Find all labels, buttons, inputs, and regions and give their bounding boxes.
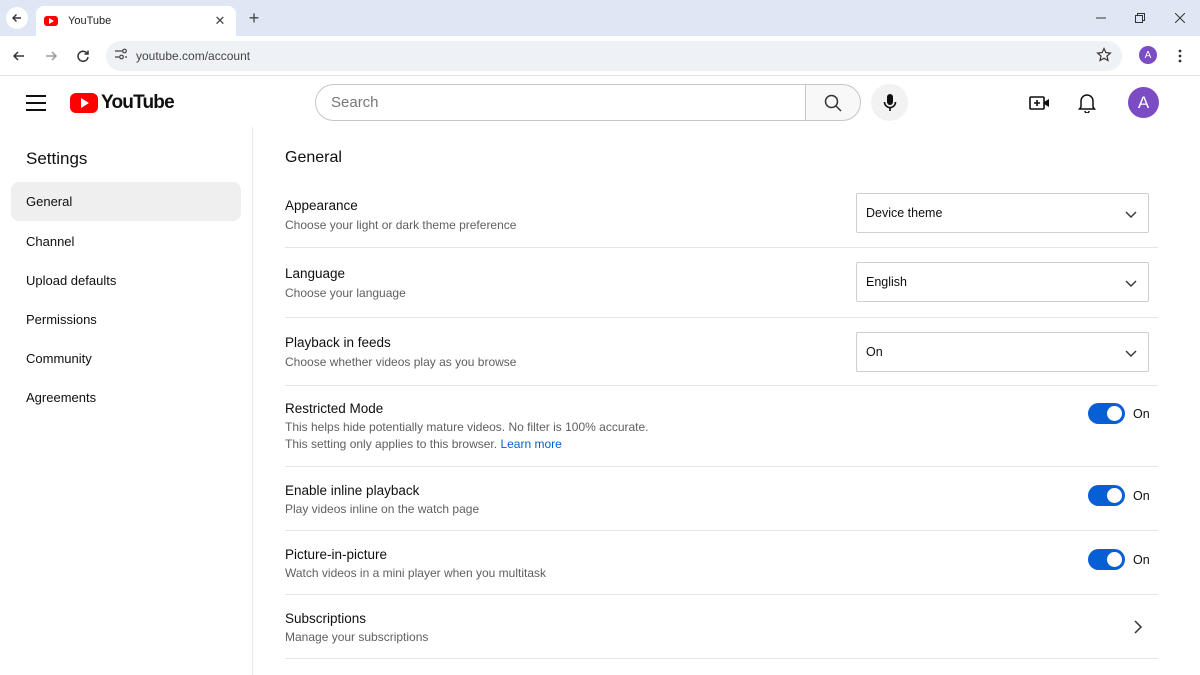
video-camera-plus-icon <box>1029 96 1049 110</box>
create-video-button[interactable] <box>1027 90 1053 116</box>
sidebar-item-general[interactable]: General <box>11 182 241 221</box>
back-icon[interactable] <box>7 44 31 68</box>
sidebar-item-community[interactable]: Community <box>11 339 241 378</box>
page-title: General <box>285 149 342 166</box>
inline-playback-toggle-group: On <box>1088 485 1150 506</box>
sidebar-item-upload-defaults[interactable]: Upload defaults <box>11 261 241 300</box>
setting-description: Choose whether videos play as you browse <box>285 355 517 369</box>
setting-label: Enable inline playback <box>285 483 420 498</box>
chevron-right-icon[interactable] <box>1132 619 1144 635</box>
sidebar-item-channel[interactable]: Channel <box>11 222 241 261</box>
sidebar-title: Settings <box>26 149 88 168</box>
voice-search-button[interactable] <box>871 84 908 121</box>
picture-in-picture-toggle[interactable] <box>1088 549 1125 570</box>
setting-description: Watch videos in a mini player when you m… <box>285 566 546 580</box>
browser-menu-icon[interactable] <box>1172 47 1188 65</box>
setting-row-restricted-mode: Restricted Mode This helps hide potentia… <box>285 386 1158 467</box>
youtube-favicon-icon <box>44 16 58 26</box>
bookmark-star-icon[interactable] <box>1096 47 1112 68</box>
settings-sidebar: Settings General Channel Upload defaults… <box>0 127 253 675</box>
playback-in-feeds-dropdown[interactable]: On <box>856 332 1149 372</box>
setting-label: Language <box>285 266 346 281</box>
search-field[interactable] <box>315 84 806 121</box>
setting-description-secondary: This setting only applies to this browse… <box>285 437 562 451</box>
toggle-state-label: On <box>1133 488 1150 503</box>
address-bar[interactable]: youtube.com/account <box>106 41 1122 71</box>
appearance-dropdown[interactable]: Device theme <box>856 193 1149 233</box>
chevron-down-icon <box>1125 350 1137 357</box>
youtube-play-icon <box>70 93 98 113</box>
setting-row-playback-in-feeds: Playback in feeds Choose whether videos … <box>285 318 1158 386</box>
setting-row-language: Language Choose your language English <box>285 248 1158 318</box>
restricted-mode-toggle[interactable] <box>1088 403 1125 424</box>
menu-icon[interactable] <box>24 91 48 115</box>
search-button[interactable] <box>805 84 861 121</box>
setting-description: This helps hide potentially mature video… <box>285 420 649 434</box>
browser-tab[interactable]: YouTube ✕ <box>36 6 236 36</box>
learn-more-link[interactable]: Learn more <box>500 437 561 451</box>
setting-label: Picture-in-picture <box>285 547 388 562</box>
toggle-state-label: On <box>1133 552 1150 567</box>
youtube-logo[interactable]: YouTube <box>70 92 175 114</box>
language-dropdown[interactable]: English <box>856 262 1149 302</box>
setting-label: Restricted Mode <box>285 401 384 416</box>
chevron-down-icon <box>1125 280 1137 287</box>
close-tab-icon[interactable]: ✕ <box>212 13 228 29</box>
dropdown-value: English <box>866 275 907 289</box>
setting-label: Subscriptions <box>285 611 367 626</box>
account-avatar[interactable]: A <box>1128 87 1159 118</box>
search-icon <box>824 94 842 112</box>
setting-row-inline-playback: Enable inline playback Play videos inlin… <box>285 467 1158 531</box>
toggle-state-label: On <box>1133 406 1150 421</box>
notifications-button[interactable] <box>1074 90 1100 116</box>
browser-toolbar: youtube.com/account <box>0 36 1200 76</box>
setting-note: This setting only applies to this browse… <box>285 437 498 451</box>
chevron-down-icon <box>1125 211 1137 218</box>
sidebar-item-agreements[interactable]: Agreements <box>11 378 241 417</box>
setting-description: Play videos inline on the watch page <box>285 502 480 516</box>
close-window-icon[interactable] <box>1165 6 1195 30</box>
reload-icon[interactable] <box>71 44 95 68</box>
site-settings-icon[interactable] <box>114 47 128 65</box>
picture-in-picture-toggle-group: On <box>1088 549 1150 570</box>
back-arrow-icon[interactable] <box>6 7 28 29</box>
sidebar-item-permissions[interactable]: Permissions <box>11 300 241 339</box>
youtube-wordmark: YouTube <box>101 92 175 113</box>
setting-row-appearance: Appearance Choose your light or dark the… <box>285 183 1158 248</box>
microphone-icon <box>883 93 896 111</box>
new-tab-button[interactable]: + <box>244 8 264 28</box>
setting-description: Manage your subscriptions <box>285 630 429 644</box>
bell-icon <box>1078 94 1096 113</box>
forward-icon[interactable] <box>39 44 63 68</box>
tab-title: YouTube <box>68 15 112 27</box>
search-input[interactable] <box>331 94 806 111</box>
setting-row-subscriptions[interactable]: Subscriptions Manage your subscriptions <box>285 595 1158 659</box>
dropdown-value: Device theme <box>866 206 943 220</box>
restricted-mode-toggle-group: On <box>1088 403 1150 424</box>
minimize-icon[interactable] <box>1086 6 1116 30</box>
setting-description: Choose your light or dark theme preferen… <box>285 218 517 232</box>
setting-label: Appearance <box>285 198 358 213</box>
setting-row-picture-in-picture: Picture-in-picture Watch videos in a min… <box>285 531 1158 595</box>
setting-description: Choose your language <box>285 286 406 300</box>
dropdown-value: On <box>866 345 883 359</box>
inline-playback-toggle[interactable] <box>1088 485 1125 506</box>
setting-label: Playback in feeds <box>285 335 391 350</box>
restore-icon[interactable] <box>1125 6 1155 30</box>
browser-tab-strip: YouTube ✕ + <box>0 0 1200 36</box>
browser-profile-avatar[interactable]: A <box>1139 46 1157 64</box>
url-text: youtube.com/account <box>136 49 251 63</box>
